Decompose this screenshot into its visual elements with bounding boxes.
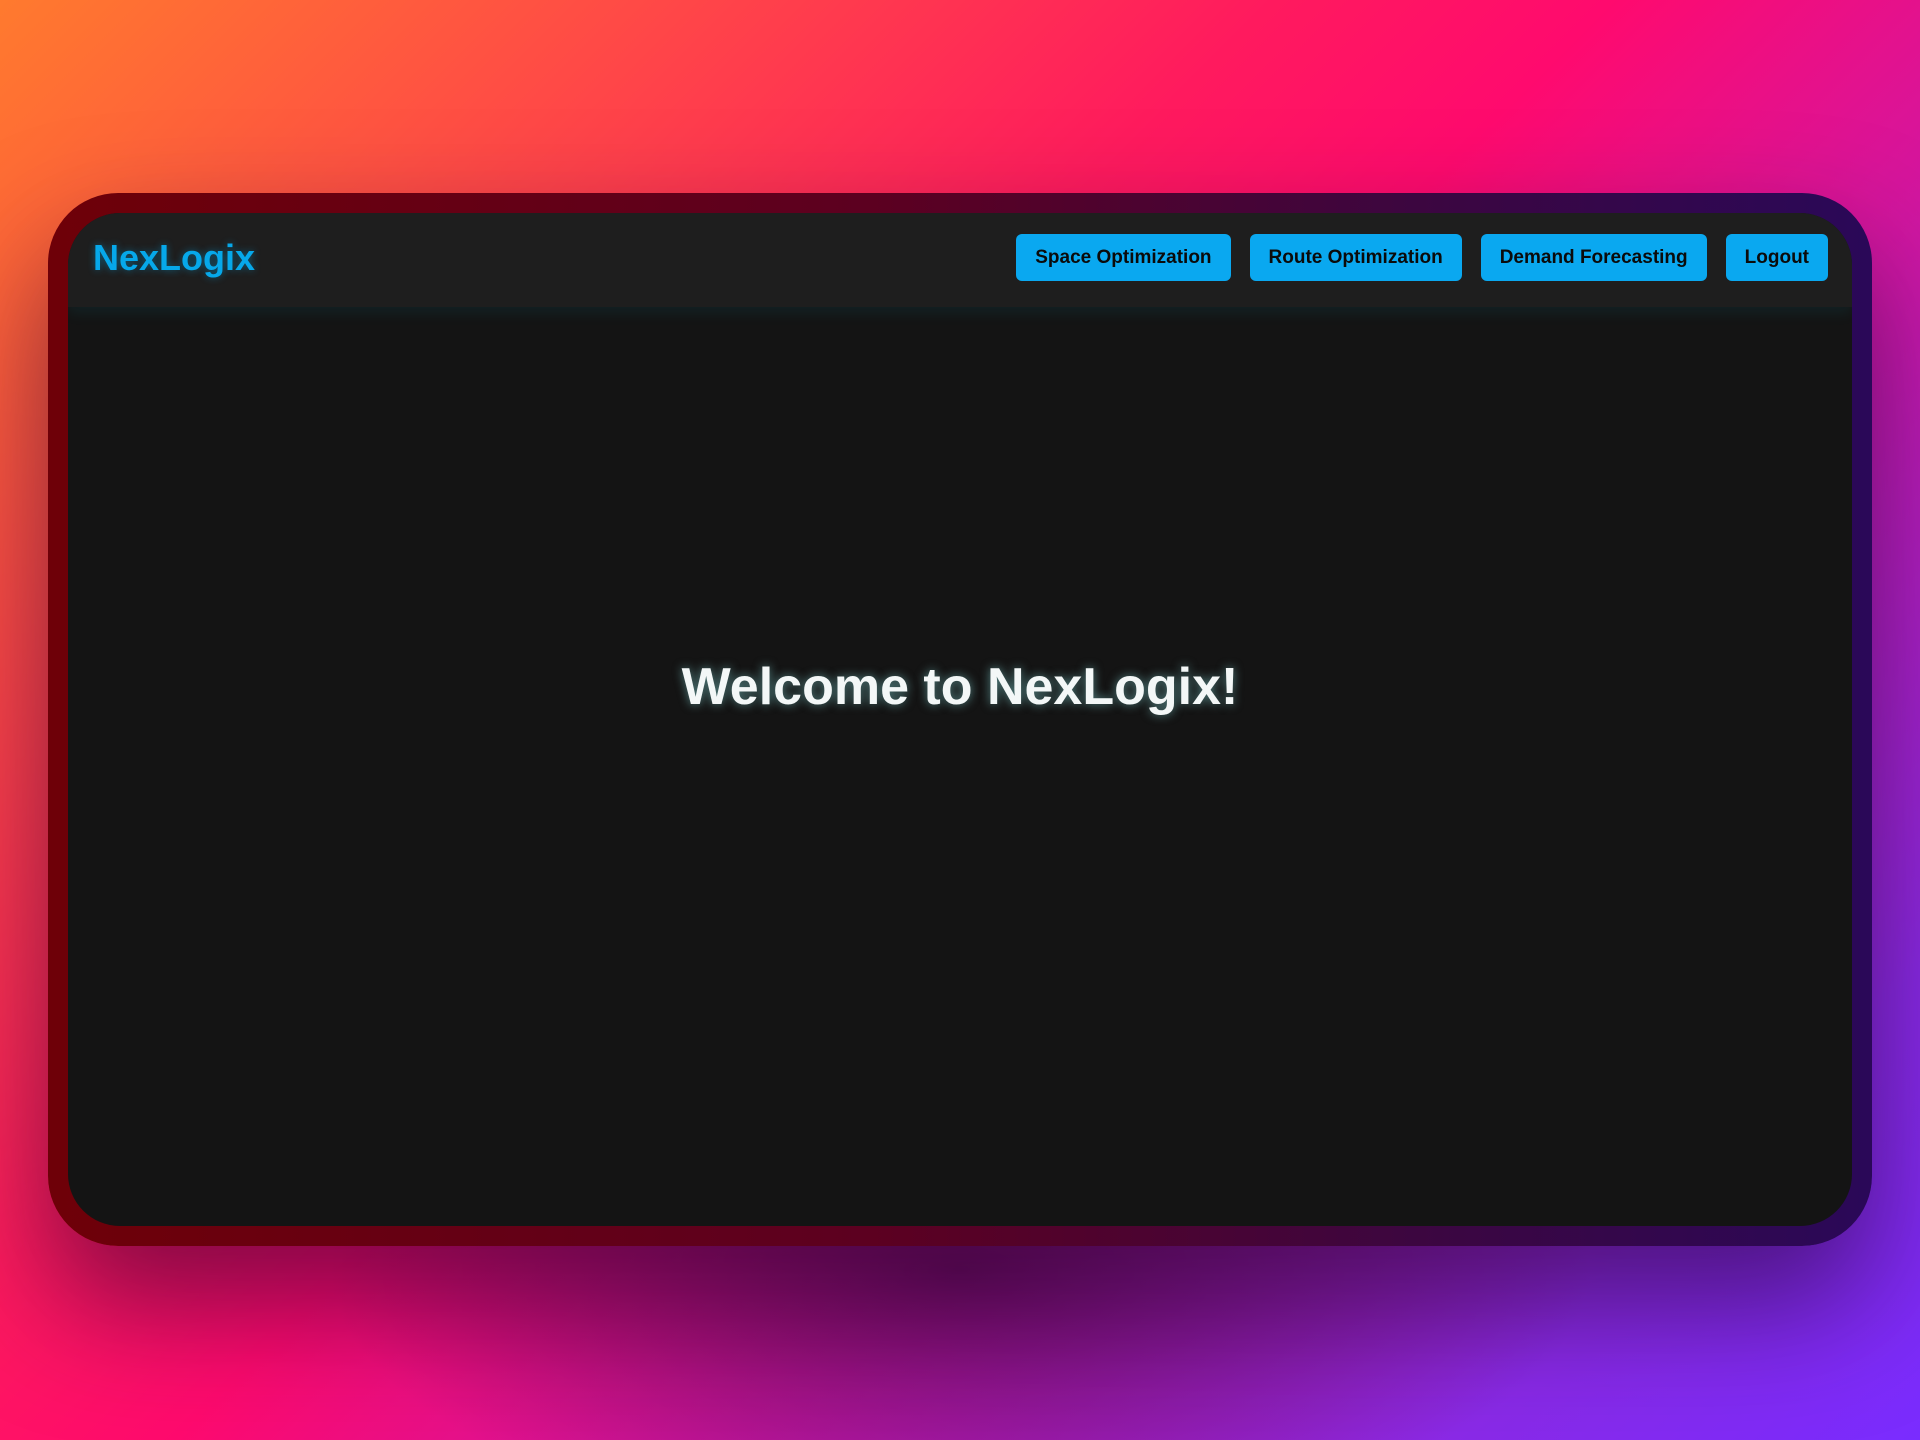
navbar: NexLogix Space Optimization Route Optimi… xyxy=(68,213,1852,307)
demand-forecasting-button[interactable]: Demand Forecasting xyxy=(1480,234,1707,281)
app-window: NexLogix Space Optimization Route Optimi… xyxy=(68,213,1852,1226)
brand-logo[interactable]: NexLogix xyxy=(93,237,255,279)
nav-buttons: Space Optimization Route Optimization De… xyxy=(1016,234,1828,281)
route-optimization-button[interactable]: Route Optimization xyxy=(1249,234,1462,281)
welcome-heading: Welcome to NexLogix! xyxy=(681,658,1239,716)
device-frame: NexLogix Space Optimization Route Optimi… xyxy=(48,193,1872,1246)
space-optimization-button[interactable]: Space Optimization xyxy=(1016,234,1231,281)
logout-button[interactable]: Logout xyxy=(1725,234,1828,281)
